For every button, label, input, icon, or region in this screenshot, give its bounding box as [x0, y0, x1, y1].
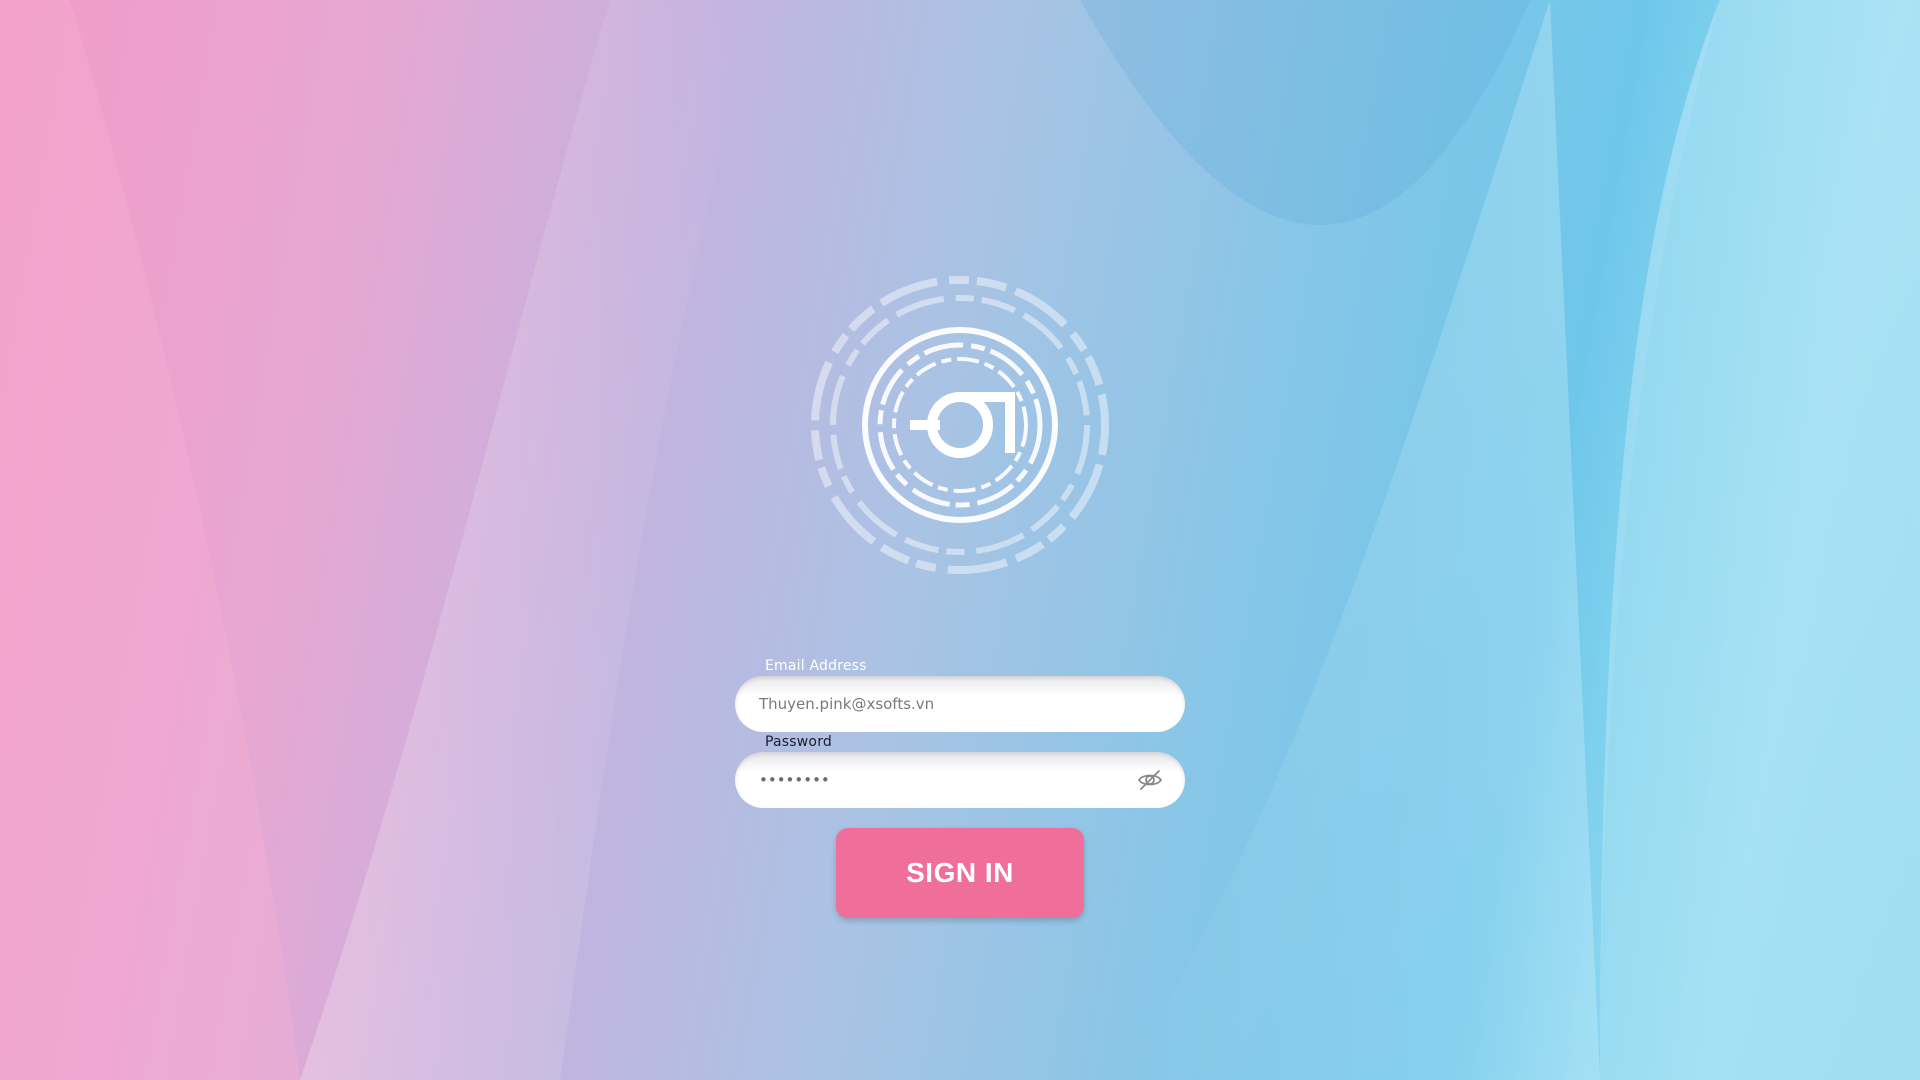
circular-a-logo-icon: [811, 276, 1109, 574]
email-field-container: [735, 676, 1185, 732]
password-label: Password: [765, 734, 832, 750]
toggle-password-visibility[interactable]: [1135, 765, 1165, 795]
eye-off-icon: [1137, 770, 1163, 790]
sign-in-button[interactable]: SIGN IN: [836, 828, 1084, 918]
password-field-container: [735, 752, 1185, 808]
email-field[interactable]: [759, 676, 1129, 732]
app-logo: [810, 275, 1110, 575]
email-label: Email Address: [765, 658, 867, 674]
password-field[interactable]: [759, 752, 1129, 808]
